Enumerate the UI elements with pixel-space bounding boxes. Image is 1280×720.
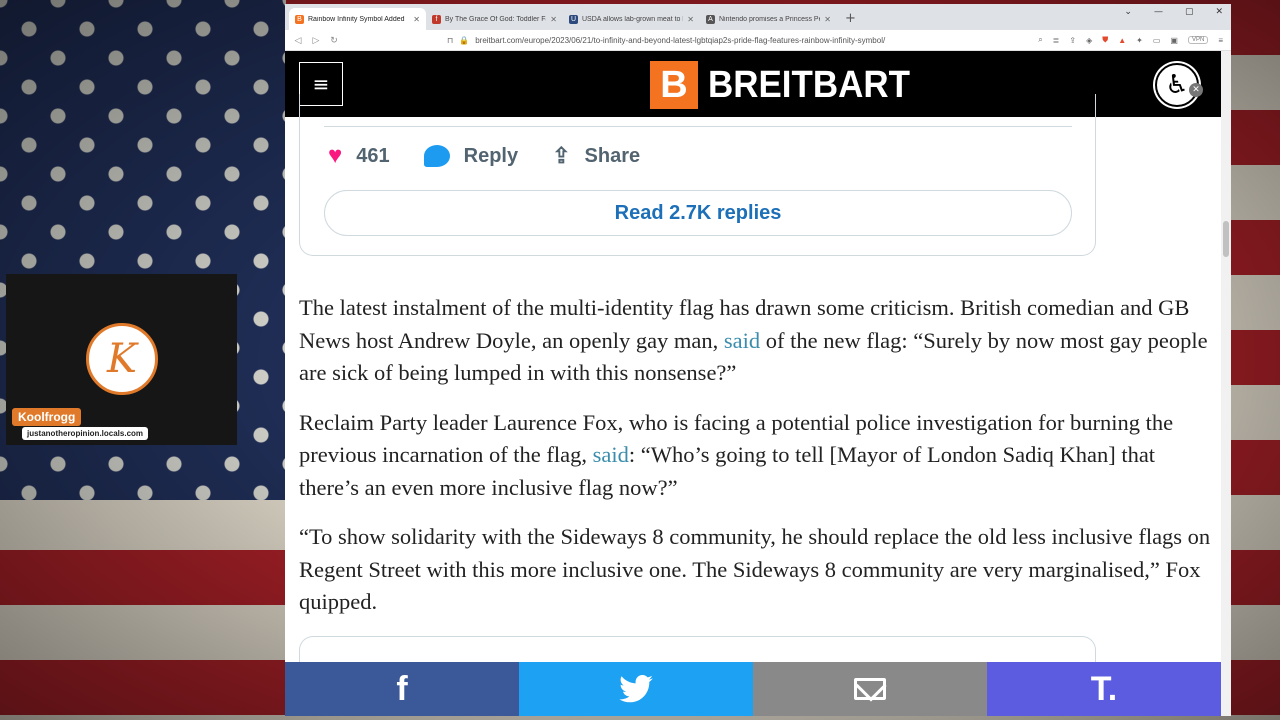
tab-label: By The Grace Of God: Toddler Falls bbox=[445, 15, 547, 23]
reply-button[interactable]: Reply bbox=[423, 144, 519, 168]
share-bar: f T. bbox=[285, 662, 1221, 716]
share-icon: ⇪ bbox=[552, 143, 571, 168]
twitter-bird-icon bbox=[619, 675, 653, 703]
share-label: Share bbox=[584, 144, 641, 167]
facebook-share-button[interactable]: f bbox=[285, 662, 519, 716]
streamer-url: justanotheropinion.locals.com bbox=[22, 427, 149, 440]
back-icon[interactable]: ◁ bbox=[293, 35, 303, 46]
twitter-share-button[interactable] bbox=[519, 662, 753, 716]
tab-favicon: U bbox=[569, 14, 578, 24]
like-count: 461 bbox=[356, 144, 390, 167]
tab-label: Rainbow Infinity Symbol Added bbox=[308, 15, 405, 23]
close-icon[interactable]: ✕ bbox=[1189, 83, 1203, 97]
close-icon[interactable]: ✕ bbox=[413, 15, 420, 24]
said-link[interactable]: said bbox=[593, 442, 629, 467]
logo-letter: K bbox=[107, 336, 137, 382]
close-icon[interactable]: ✕ bbox=[550, 15, 557, 24]
bookmark-icon[interactable]: ⊓ bbox=[447, 36, 453, 45]
close-window-icon[interactable]: ✕ bbox=[1215, 7, 1223, 17]
url-field[interactable]: ⊓ 🔒 breitbart.com/europe/2023/06/21/to-i… bbox=[347, 36, 1030, 45]
wallet-app-icon[interactable]: ▣ bbox=[1170, 36, 1178, 45]
tab-favicon: A bbox=[706, 14, 715, 24]
tab-toddler[interactable]: f By The Grace Of God: Toddler Falls ✕ bbox=[426, 8, 563, 30]
scroll-thumb[interactable] bbox=[1223, 221, 1229, 257]
reply-label: Reply bbox=[463, 144, 519, 167]
vpn-button[interactable]: VPN bbox=[1187, 36, 1209, 44]
reply-bubble-icon bbox=[423, 145, 450, 167]
url-text: breitbart.com/europe/2023/06/21/to-infin… bbox=[475, 35, 886, 45]
address-bar: ◁ ▷ ↻ ⊓ 🔒 breitbart.com/europe/2023/06/2… bbox=[285, 30, 1231, 51]
wallet-icon[interactable]: ◈ bbox=[1086, 36, 1092, 45]
tab-favicon: f bbox=[432, 14, 441, 24]
email-share-button[interactable] bbox=[753, 662, 987, 716]
like-button[interactable]: ♥ 461 bbox=[328, 142, 390, 170]
minimize-icon[interactable]: — bbox=[1154, 7, 1163, 17]
tab-label: Nintendo promises a Princess Peach bbox=[719, 15, 820, 23]
browser-window: B Rainbow Infinity Symbol Added ✕ f By T… bbox=[285, 4, 1231, 716]
shield-icon[interactable]: ⛊ bbox=[1102, 35, 1108, 45]
close-icon[interactable]: ✕ bbox=[687, 15, 694, 24]
reload-icon[interactable]: ↻ bbox=[329, 35, 339, 46]
tab-favicon: B bbox=[295, 14, 304, 24]
tab-breitbart[interactable]: B Rainbow Infinity Symbol Added ✕ bbox=[289, 8, 426, 30]
sidebar-icon[interactable]: ▭ bbox=[1153, 36, 1161, 45]
reader-icon[interactable]: ≣ bbox=[1053, 36, 1060, 45]
menu-icon[interactable]: ≡ bbox=[1218, 36, 1223, 45]
share-button[interactable]: ⇪ Share bbox=[552, 143, 640, 169]
said-link[interactable]: said bbox=[724, 328, 760, 353]
truth-social-icon: T. bbox=[1090, 669, 1118, 708]
read-replies-button[interactable]: Read 2.7K replies bbox=[324, 190, 1072, 236]
scrollbar[interactable] bbox=[1221, 51, 1231, 716]
paragraph: “To show solidarity with the Sideways 8 … bbox=[299, 524, 1211, 614]
rewards-icon[interactable]: ▲ bbox=[1118, 36, 1126, 45]
paragraph: Reclaim Party leader Laurence Fox, who i… bbox=[299, 407, 1211, 505]
hamburger-icon: ≡ bbox=[312, 72, 330, 96]
paragraph: The latest instalment of the multi-ident… bbox=[299, 292, 1211, 390]
tab-label: USDA allows lab-grown meat to be sold bbox=[582, 15, 683, 23]
toolbar-icons: ⌕ ≣ ⇪ ◈ ⛊ ▲ ✦ ▭ ▣ VPN ≡ bbox=[1038, 35, 1223, 45]
share-page-icon[interactable]: ⇪ bbox=[1069, 36, 1076, 45]
facebook-icon: f bbox=[396, 669, 408, 708]
streamer-name: Koolfrogg bbox=[12, 408, 82, 426]
close-icon[interactable]: ✕ bbox=[824, 15, 831, 24]
zoom-icon[interactable]: ⌕ bbox=[1038, 35, 1042, 45]
maximize-icon[interactable]: ▢ bbox=[1185, 7, 1194, 17]
window-controls: ⌄ — ▢ ✕ bbox=[1124, 7, 1223, 17]
tab-bar: B Rainbow Infinity Symbol Added ✕ f By T… bbox=[285, 4, 1231, 30]
forward-icon[interactable]: ▷ bbox=[311, 35, 321, 46]
mail-icon bbox=[854, 678, 886, 700]
chevron-down-icon[interactable]: ⌄ bbox=[1124, 7, 1132, 17]
heart-icon: ♥ bbox=[328, 142, 343, 169]
tab-nintendo[interactable]: A Nintendo promises a Princess Peach ✕ bbox=[700, 8, 837, 30]
truth-social-share-button[interactable]: T. bbox=[987, 662, 1221, 716]
tab-usda[interactable]: U USDA allows lab-grown meat to be sold … bbox=[563, 8, 700, 30]
new-tab-button[interactable]: + bbox=[837, 11, 864, 30]
tweet-actions: ♥ 461 Reply ⇪ Share bbox=[328, 142, 674, 170]
tweet-embed: ♥ 461 Reply ⇪ Share Read 2.7K replies bbox=[299, 94, 1096, 256]
puzzle-icon[interactable]: ✦ bbox=[1136, 36, 1143, 45]
divider bbox=[324, 126, 1072, 127]
lock-icon: 🔒 bbox=[459, 35, 470, 45]
article-body: The latest instalment of the multi-ident… bbox=[299, 292, 1211, 636]
streamer-logo: K bbox=[86, 323, 158, 395]
